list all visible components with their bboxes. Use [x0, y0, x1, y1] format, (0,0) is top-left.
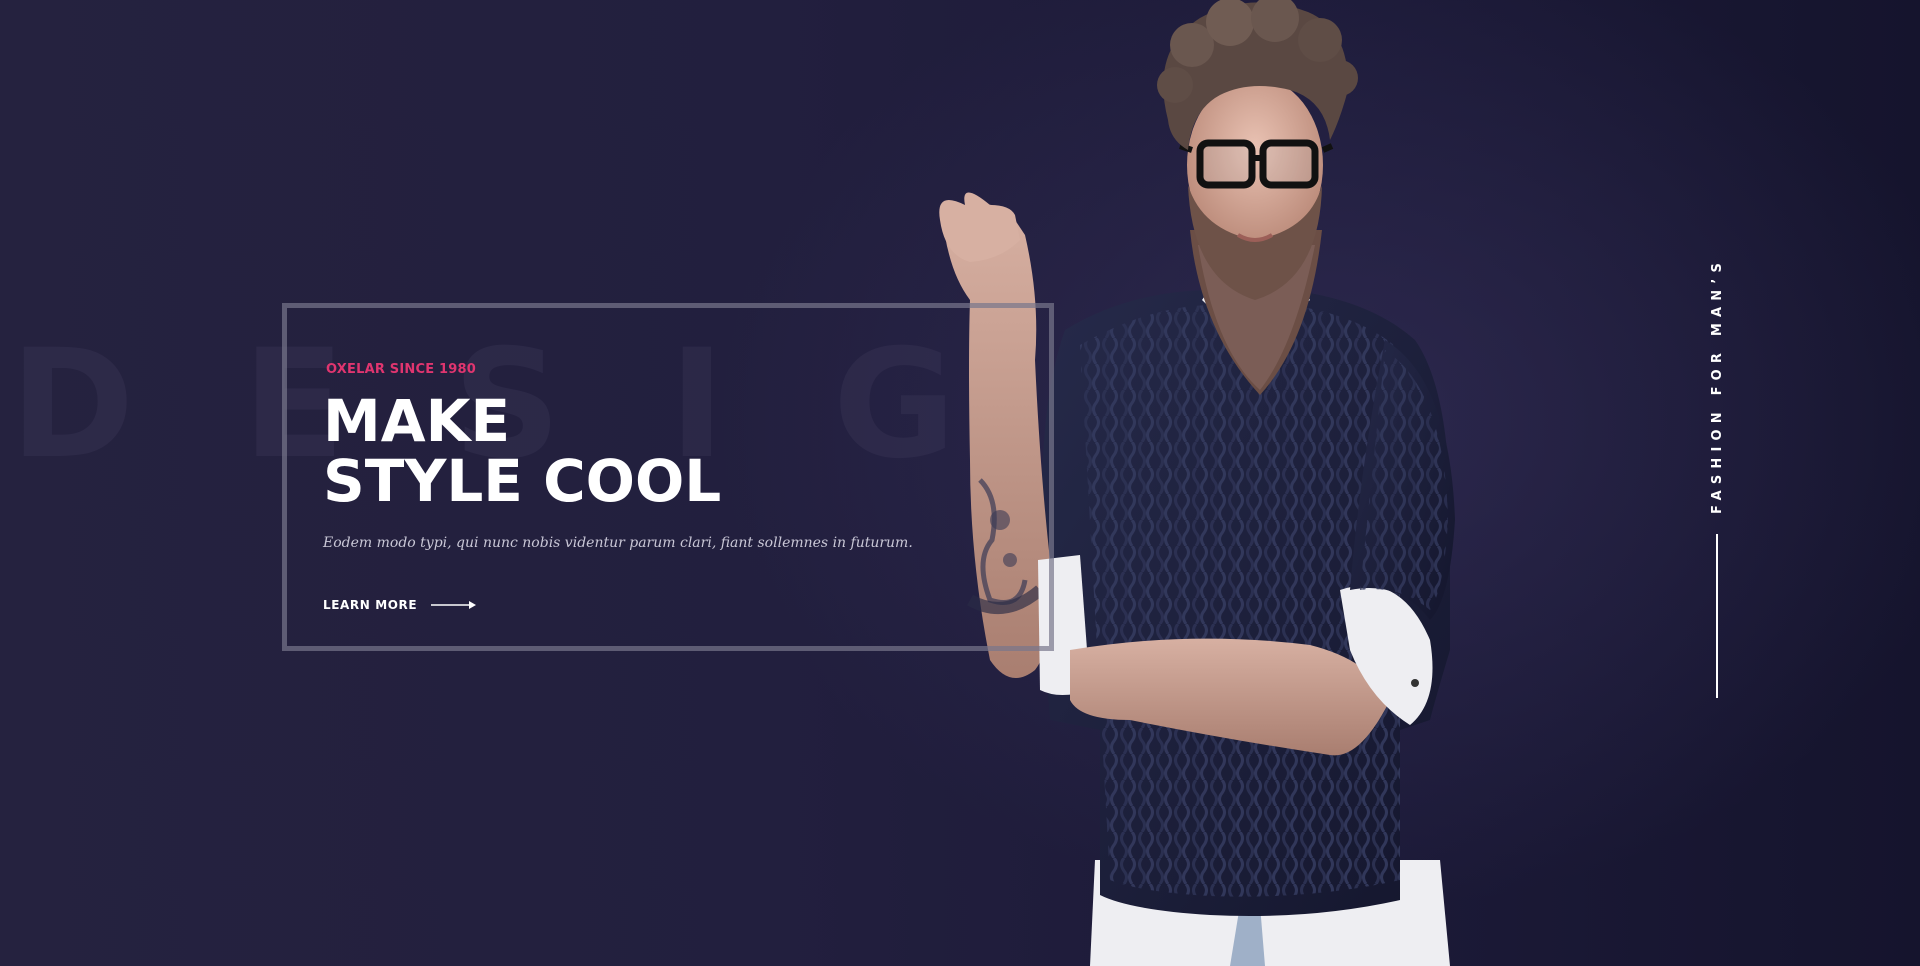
side-caption-text: FASHION FOR MAN’S [1710, 256, 1725, 514]
description: Eodem modo typi, qui nunc nobis videntur… [323, 535, 913, 551]
learn-more-label: LEARN MORE [323, 598, 418, 612]
headline-line-2: STYLE COOL [323, 447, 722, 515]
hero-slide: DESIGN OXELAR SINCE 1980 MAKE STYLE COOL… [0, 0, 1920, 966]
arrow-right-icon [431, 601, 477, 609]
hero-content: OXELAR SINCE 1980 MAKE STYLE COOL Eodem … [323, 362, 1043, 612]
side-divider-line [1716, 534, 1718, 698]
side-caption: FASHION FOR MAN’S [1700, 256, 1734, 700]
headline-line-1: MAKE [323, 387, 511, 455]
headline: MAKE STYLE COOL [323, 391, 1043, 511]
tagline: OXELAR SINCE 1980 [326, 362, 476, 377]
learn-more-button[interactable]: LEARN MORE [323, 598, 1043, 612]
